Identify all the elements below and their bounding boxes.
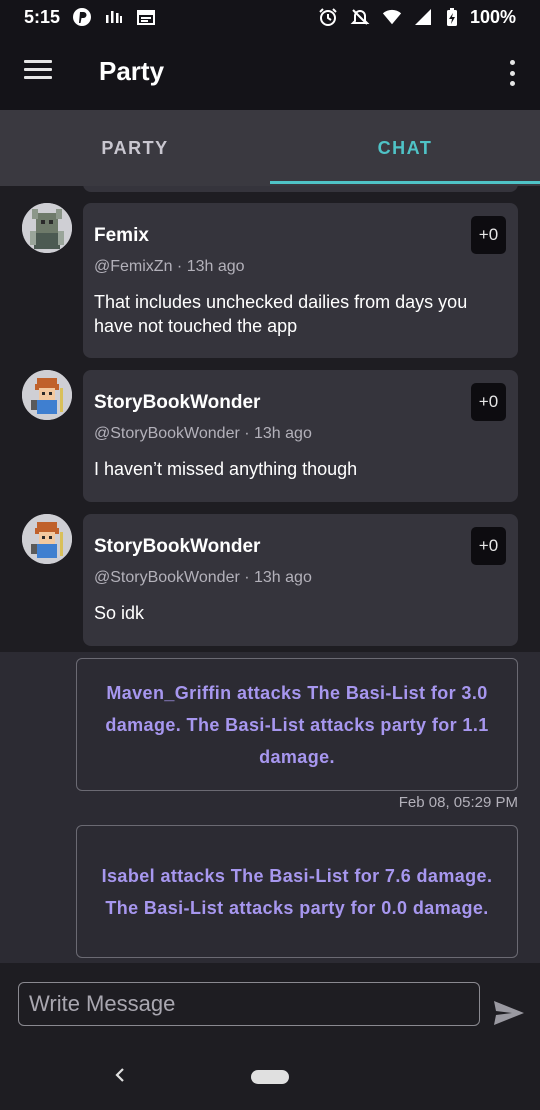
status-right: 100% <box>318 7 516 28</box>
like-button[interactable]: +0 <box>471 383 506 421</box>
chat-list[interactable]: Femix @FemixZn · 13h ago That includes u… <box>0 186 540 963</box>
system-navigation-bar <box>0 1041 540 1110</box>
like-button[interactable]: +0 <box>471 527 506 565</box>
top-app-bar: Party <box>0 34 540 110</box>
signal-bars-icon <box>104 7 124 27</box>
system-message-card: Maven_Griffin attacks The Basi-List for … <box>76 658 518 791</box>
avatar[interactable] <box>22 203 72 253</box>
message-meta: @FemixZn · 13h ago <box>94 258 245 275</box>
battery-percent: 100% <box>469 6 516 27</box>
page-title: Party <box>99 56 165 86</box>
pinterest-icon <box>72 7 92 27</box>
system-message-card: Isabel attacks The Basi-List for 7.6 dam… <box>76 825 518 958</box>
message-composer <box>0 963 540 1041</box>
message-text: That includes unchecked dailies from day… <box>94 292 468 336</box>
like-button[interactable]: +0 <box>471 216 506 254</box>
tab-bar: PARTY CHAT <box>0 110 540 186</box>
notifications-off-icon <box>350 7 370 27</box>
chat-message: StoryBookWonder @StoryBookWonder · 13h a… <box>0 514 540 646</box>
system-message-text: Maven_Griffin attacks The Basi-List for … <box>105 682 489 767</box>
message-author[interactable]: Femix <box>94 225 149 247</box>
message-author[interactable]: StoryBookWonder <box>94 536 260 558</box>
battery-charging-icon <box>446 7 458 27</box>
home-pill[interactable] <box>251 1070 289 1084</box>
cell-signal-icon <box>414 7 434 27</box>
message-input[interactable] <box>18 982 480 1026</box>
user-messages-section: Femix @FemixZn · 13h ago That includes u… <box>0 186 540 652</box>
status-left: 5:15 <box>24 7 156 28</box>
chat-message: Femix @FemixZn · 13h ago That includes u… <box>0 203 540 358</box>
tab-chat[interactable]: CHAT <box>270 110 540 186</box>
chat-message: StoryBookWonder @StoryBookWonder · 13h a… <box>0 370 540 502</box>
message-text: I haven’t missed anything though <box>94 459 358 479</box>
avatar[interactable] <box>22 370 72 420</box>
wifi-icon <box>382 7 402 27</box>
more-options-icon[interactable] <box>506 58 518 88</box>
system-message-time: Feb 08, 05:29 PM <box>398 794 518 811</box>
message-card: Femix @FemixZn · 13h ago That includes u… <box>83 203 518 358</box>
menu-icon[interactable] <box>24 60 52 84</box>
message-text: So idk <box>94 603 145 623</box>
message-author[interactable]: StoryBookWonder <box>94 392 260 414</box>
calendar-icon <box>136 7 156 27</box>
status-bar: 5:15 100% <box>0 0 540 34</box>
tab-party[interactable]: PARTY <box>0 110 270 186</box>
system-message-text: Isabel attacks The Basi-List for 7.6 dam… <box>101 865 493 918</box>
previous-message-card <box>83 186 518 192</box>
send-icon[interactable] <box>492 999 526 1027</box>
avatar[interactable] <box>22 514 72 564</box>
back-icon[interactable] <box>112 1065 128 1085</box>
message-card: StoryBookWonder @StoryBookWonder · 13h a… <box>83 514 518 646</box>
message-card: StoryBookWonder @StoryBookWonder · 13h a… <box>83 370 518 502</box>
message-meta: @StoryBookWonder · 13h ago <box>94 569 312 586</box>
status-time: 5:15 <box>24 6 61 27</box>
message-meta: @StoryBookWonder · 13h ago <box>94 425 312 442</box>
alarm-icon <box>318 7 338 27</box>
